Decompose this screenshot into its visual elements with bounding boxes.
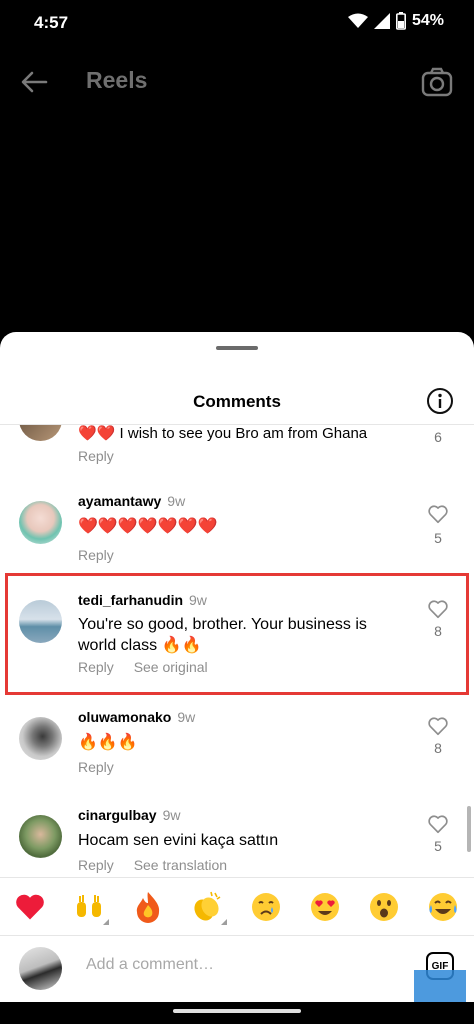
- emoji-surprised-face[interactable]: [367, 890, 401, 924]
- like-count: 6: [434, 429, 442, 445]
- variant-indicator: [221, 919, 227, 925]
- signal-icon: [373, 13, 390, 29]
- comment-time: 9w: [162, 807, 181, 823]
- comment-actions: Reply: [78, 759, 130, 775]
- comment-actions: Reply: [78, 448, 130, 464]
- battery-percent: 54%: [411, 12, 444, 29]
- emoji-fire[interactable]: [131, 890, 165, 924]
- comment-username[interactable]: oluwamonako: [78, 709, 171, 725]
- highlight-box: [5, 573, 469, 695]
- heart-icon[interactable]: [427, 813, 449, 835]
- status-time: 4:57: [34, 13, 69, 32]
- emoji-clapping-hands[interactable]: [190, 890, 227, 925]
- heart-icon[interactable]: [427, 715, 449, 737]
- comment-username[interactable]: ayamantawy: [78, 493, 161, 509]
- emoji-reaction-bar: [0, 877, 474, 935]
- comment-header: cinargulbay 9w: [78, 807, 181, 823]
- system-nav-bar: [0, 1002, 474, 1024]
- comment-text: ❤️❤️❤️❤️❤️❤️❤️: [78, 518, 218, 535]
- like-count: 5: [434, 838, 442, 854]
- comment-header: oluwamonako 9w: [78, 709, 195, 725]
- status-bar: 4:57 54%: [0, 0, 474, 48]
- comment-actions: Reply: [78, 547, 130, 563]
- heart-icon[interactable]: [427, 503, 449, 525]
- avatar[interactable]: [19, 815, 62, 858]
- avatar[interactable]: [19, 717, 62, 760]
- page-title: Reels: [86, 67, 148, 93]
- drag-handle[interactable]: [216, 346, 258, 350]
- like-count: 5: [434, 530, 442, 546]
- like-count: 8: [434, 740, 442, 756]
- avatar[interactable]: [19, 425, 62, 441]
- sheet-title: Comments: [193, 392, 281, 411]
- emoji-crying-face[interactable]: [249, 890, 283, 924]
- camera-icon[interactable]: [420, 65, 454, 99]
- add-comment-bar: GIF: [0, 935, 474, 1002]
- variant-indicator: [103, 919, 109, 925]
- wifi-icon: [347, 13, 368, 28]
- my-avatar: [19, 947, 62, 990]
- reply-button[interactable]: Reply: [78, 547, 114, 563]
- see-translation-button[interactable]: See translation: [134, 857, 227, 873]
- comment-time: 9w: [177, 709, 196, 725]
- reply-button[interactable]: Reply: [78, 448, 114, 464]
- reels-header: Reels: [0, 56, 474, 108]
- emoji-heart[interactable]: [13, 890, 47, 924]
- info-icon[interactable]: [426, 387, 454, 415]
- back-arrow-icon[interactable]: [18, 66, 50, 98]
- comment-username[interactable]: cinargulbay: [78, 807, 157, 823]
- emoji-heart-eyes[interactable]: [308, 890, 342, 924]
- avatar[interactable]: [19, 501, 62, 544]
- comments-sheet: Comments ❤️❤️ I wish to see you Bro am f…: [0, 332, 474, 1002]
- emoji-raised-hands[interactable]: [72, 890, 109, 925]
- status-icons: 54%: [347, 12, 444, 30]
- reply-button[interactable]: Reply: [78, 857, 114, 873]
- battery-icon: [395, 12, 406, 30]
- comment-text: 🔥🔥🔥: [78, 734, 138, 751]
- comment-actions: Reply See translation: [78, 857, 243, 873]
- scrollbar[interactable]: [467, 806, 471, 852]
- comment-input[interactable]: [86, 956, 386, 974]
- comment-time: 9w: [167, 493, 186, 509]
- reply-button[interactable]: Reply: [78, 759, 114, 775]
- home-gesture-bar[interactable]: [173, 1009, 301, 1013]
- comment-text: ❤️❤️ I wish to see you Bro am from Ghana: [78, 425, 368, 442]
- comment-header: ayamantawy 9w: [78, 493, 185, 509]
- emoji-tears-of-joy[interactable]: [426, 890, 460, 924]
- comment-text: Hocam sen evini kaça sattın: [78, 832, 279, 849]
